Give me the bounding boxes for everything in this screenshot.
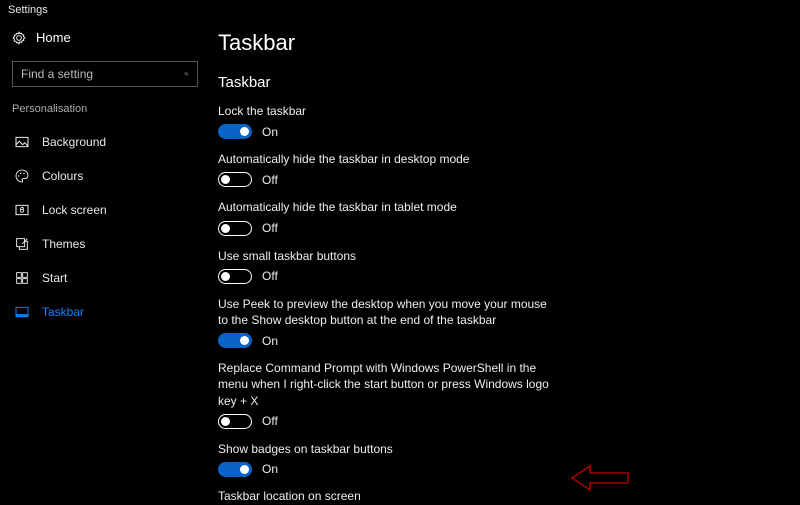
- toggle-switch[interactable]: [218, 462, 252, 477]
- taskbar-icon: [14, 304, 30, 320]
- setting-row: Replace Command Prompt with Windows Powe…: [218, 360, 558, 429]
- page-subtitle: Taskbar: [218, 74, 800, 91]
- window-title: Settings: [0, 0, 800, 16]
- search-input[interactable]: [13, 67, 184, 81]
- toggle-switch[interactable]: [218, 124, 252, 139]
- toggle-row: On: [218, 333, 558, 348]
- toggles-group: Lock the taskbar On Automatically hide the…: [218, 103, 800, 477]
- toggle-row: On: [218, 462, 558, 477]
- toggle-switch[interactable]: [218, 414, 252, 429]
- home-button[interactable]: Home: [0, 24, 210, 51]
- taskbar-location-label: Taskbar location on screen: [218, 489, 800, 503]
- sidebar-item-start[interactable]: Start: [0, 261, 210, 295]
- setting-label: Automatically hide the taskbar in tablet…: [218, 199, 558, 215]
- setting-row: Use Peek to preview the desktop when you…: [218, 296, 558, 348]
- toggle-row: Off: [218, 221, 558, 236]
- colours-icon: [14, 168, 30, 184]
- setting-label: Automatically hide the taskbar in deskto…: [218, 151, 558, 167]
- setting-row: Automatically hide the taskbar in tablet…: [218, 199, 558, 235]
- setting-label: Use small taskbar buttons: [218, 248, 558, 264]
- gear-icon: [12, 31, 26, 45]
- background-icon: [14, 134, 30, 150]
- toggle-switch[interactable]: [218, 172, 252, 187]
- sidebar-item-themes[interactable]: Themes: [0, 227, 210, 261]
- setting-label: Show badges on taskbar buttons: [218, 441, 558, 457]
- toggle-knob: [221, 272, 230, 281]
- toggle-knob: [221, 175, 230, 184]
- sidebar-item-label: Themes: [42, 237, 85, 251]
- sidebar-item-background[interactable]: Background: [0, 125, 210, 159]
- sidebar-item-label: Taskbar: [42, 305, 84, 319]
- sidebar-item-label: Background: [42, 135, 106, 149]
- sidebar-item-label: Start: [42, 271, 67, 285]
- start-icon: [14, 270, 30, 286]
- toggle-row: Off: [218, 172, 558, 187]
- toggle-state-label: Off: [262, 414, 278, 428]
- toggle-knob: [240, 465, 249, 474]
- sidebar-item-lockscreen[interactable]: Lock screen: [0, 193, 210, 227]
- setting-row: Lock the taskbar On: [218, 103, 558, 139]
- toggle-row: On: [218, 124, 558, 139]
- sidebar: Home Personalisation Background Colours: [0, 16, 210, 505]
- sidebar-item-label: Lock screen: [42, 203, 107, 217]
- toggle-switch[interactable]: [218, 333, 252, 348]
- setting-label: Lock the taskbar: [218, 103, 558, 119]
- toggle-state-label: Off: [262, 173, 278, 187]
- toggle-state-label: Off: [262, 269, 278, 283]
- toggle-state-label: Off: [262, 221, 278, 235]
- app-frame: Home Personalisation Background Colours: [0, 16, 800, 505]
- setting-row: Use small taskbar buttons Off: [218, 248, 558, 284]
- setting-label: Use Peek to preview the desktop when you…: [218, 296, 558, 328]
- themes-icon: [14, 236, 30, 252]
- main-content: Taskbar Taskbar Lock the taskbar On Automa…: [210, 16, 800, 505]
- search-input-wrap[interactable]: [12, 61, 198, 87]
- toggle-knob: [221, 224, 230, 233]
- toggle-state-label: On: [262, 334, 278, 348]
- toggle-knob: [240, 336, 249, 345]
- toggle-row: Off: [218, 269, 558, 284]
- search-icon: [184, 67, 189, 81]
- nav-list: Background Colours Lock screen Themes: [0, 125, 210, 329]
- toggle-switch[interactable]: [218, 221, 252, 236]
- lockscreen-icon: [14, 202, 30, 218]
- setting-row: Automatically hide the taskbar in deskto…: [218, 151, 558, 187]
- sidebar-item-taskbar[interactable]: Taskbar: [0, 295, 210, 329]
- setting-label: Replace Command Prompt with Windows Powe…: [218, 360, 558, 409]
- sidebar-item-colours[interactable]: Colours: [0, 159, 210, 193]
- section-label: Personalisation: [0, 101, 210, 119]
- page-title: Taskbar: [218, 30, 800, 56]
- toggle-switch[interactable]: [218, 269, 252, 284]
- sidebar-item-label: Colours: [42, 169, 83, 183]
- setting-row: Show badges on taskbar buttons On: [218, 441, 558, 477]
- toggle-knob: [240, 127, 249, 136]
- toggle-knob: [221, 417, 230, 426]
- home-label: Home: [36, 30, 71, 45]
- toggle-state-label: On: [262, 462, 278, 476]
- toggle-state-label: On: [262, 125, 278, 139]
- toggle-row: Off: [218, 414, 558, 429]
